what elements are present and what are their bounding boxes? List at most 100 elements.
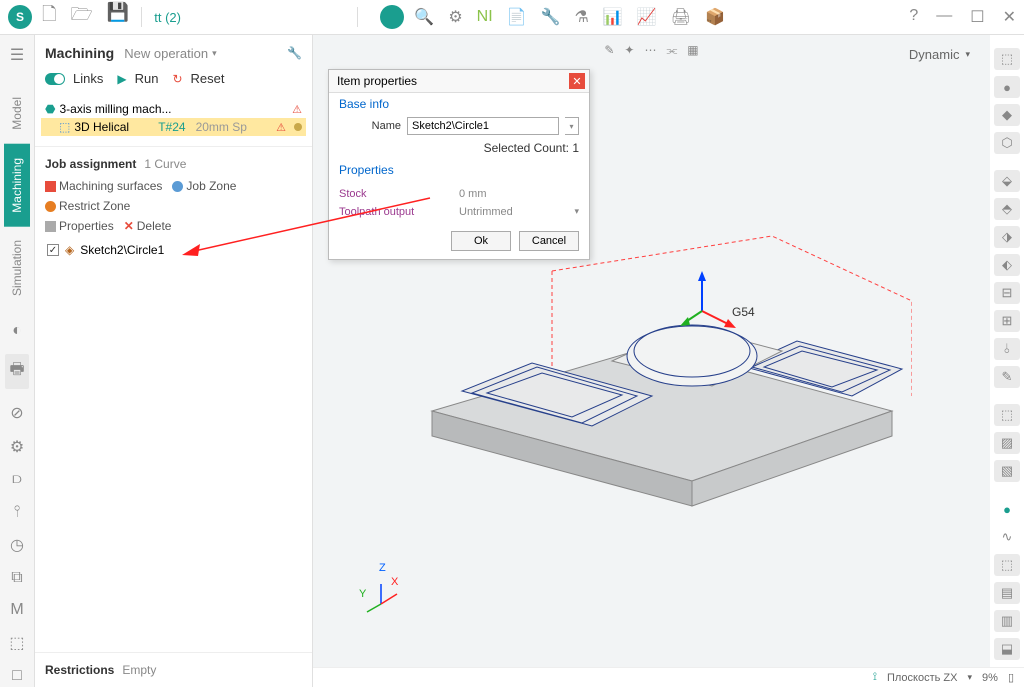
battery-icon: ▯	[1008, 671, 1014, 684]
toolbar-icon-2[interactable]: ⚙	[448, 7, 462, 27]
curve-checkbox[interactable]: ✓	[47, 244, 59, 256]
compass-tool-icon[interactable]: ⊘	[10, 403, 23, 423]
cancel-button[interactable]: Cancel	[519, 231, 579, 251]
toolbar-icon-5[interactable]: 🔧	[541, 7, 561, 27]
print-tool-icon[interactable]: 🖶	[5, 354, 28, 389]
pin-tool-icon[interactable]: ⫯	[14, 503, 21, 521]
clamp-tool-icon[interactable]: ⫐	[12, 471, 21, 489]
plane-indicator-icon[interactable]: ⟟	[873, 671, 877, 684]
prop-row-toolpath[interactable]: Toolpath output Untrimmed ▾	[339, 203, 579, 221]
document-title: tt (2)	[154, 10, 181, 25]
selected-count-label: Selected Count: 1	[329, 137, 589, 159]
rtool-12[interactable]: ✎	[994, 366, 1020, 388]
reset-icon[interactable]: ↻	[172, 72, 182, 86]
vp-tool-5[interactable]: ▦	[687, 43, 698, 58]
hamburger-icon[interactable]: ☰	[10, 45, 24, 65]
block-tool-icon[interactable]: ⬚	[9, 633, 24, 653]
machining-surfaces-button[interactable]: Machining surfaces	[45, 179, 162, 193]
rtool-2[interactable]: ●	[994, 76, 1020, 98]
item-properties-dialog: Item properties ✕ Base info Name ▾ Selec…	[328, 69, 590, 260]
links-label: Links	[73, 71, 103, 86]
toolbar-icon-9[interactable]: 🖨	[671, 7, 691, 27]
toolbar-icon-1[interactable]: 🔍	[414, 7, 434, 27]
rtool-dot[interactable]: ●	[994, 498, 1020, 520]
help-icon[interactable]: ?	[909, 7, 918, 27]
reset-label: Reset	[191, 71, 225, 86]
name-dropdown[interactable]: ▾	[565, 117, 579, 135]
run-icon[interactable]: ▶	[117, 72, 126, 86]
link-tool-icon[interactable]: ⧉	[11, 569, 22, 587]
plane-dropdown-icon[interactable]: ▾	[968, 672, 973, 683]
title-bar: S 🗋 🗁 💾 tt (2) 🔍 ⚙ NI 📄 🔧 ⚗ 📊 📈 🖨 📦 ? — …	[0, 0, 1024, 35]
toolbar-icon-3[interactable]: NI	[477, 8, 493, 26]
wrench-icon[interactable]: 🔧	[287, 46, 302, 60]
zoom-label: 9%	[982, 672, 998, 684]
axis-indicator: ZXY	[373, 584, 413, 627]
toolbar-icon-6[interactable]: ⚗	[575, 7, 589, 27]
maximize-icon[interactable]: ☐	[970, 7, 984, 27]
toolbar-icon-8[interactable]: 📈	[637, 7, 657, 27]
gear-tool-icon[interactable]: ⚙	[10, 437, 24, 457]
close-window-icon[interactable]: ✕	[1003, 7, 1016, 27]
new-file-icon[interactable]: 🗋	[42, 2, 56, 32]
rtool-13[interactable]: ⬚	[994, 404, 1020, 426]
rtool-18[interactable]: ▥	[994, 610, 1020, 632]
timer-tool-icon[interactable]: ◷	[10, 535, 24, 555]
plane-label: Плоскость ZX	[887, 672, 958, 684]
links-toggle[interactable]	[45, 73, 65, 85]
toolbar-icon-4[interactable]: 📄	[507, 7, 527, 27]
tree-op-3d-helical[interactable]: ⬚ 3D Helical T#24 20mm Sp ⚠	[41, 118, 306, 136]
operation-tree: ⬣ 3-axis milling mach... ⚠ ⬚ 3D Helical …	[35, 96, 312, 140]
viewport-toolbar: ✎ ✦ ⋯ ⫘ ▦	[604, 43, 698, 58]
coord-label: G54	[732, 305, 755, 319]
toolbar-icon-7[interactable]: 📊	[603, 7, 623, 27]
curve-item-sketch2-circle1[interactable]: ✓ ◈ Sketch2\Circle1	[45, 239, 302, 261]
tree-root[interactable]: ⬣ 3-axis milling mach... ⚠	[41, 100, 306, 118]
rtool-9[interactable]: ⊟	[994, 282, 1020, 304]
rtool-wave[interactable]: ∿	[994, 526, 1020, 548]
rtool-14[interactable]: ▨	[994, 432, 1020, 454]
view-mode-dropdown[interactable]: Dynamic▾	[909, 47, 970, 62]
curve-label: Sketch2\Circle1	[80, 243, 164, 257]
minimize-icon[interactable]: —	[936, 7, 952, 27]
properties-button[interactable]: Properties	[45, 219, 114, 233]
dialog-close-button[interactable]: ✕	[569, 73, 585, 89]
sphere-tool-icon[interactable]: ◐	[12, 322, 22, 340]
rtool-16[interactable]: ⬚	[994, 554, 1020, 576]
right-tool-column: ⬚ ● ◆ ⬡ ⬙ ⬘ ⬗ ⬖ ⊟ ⊞ ⫰ ✎ ⬚ ▨ ▧ ● ∿ ⬚ ▤ ▥ …	[990, 40, 1024, 667]
square-tool-icon[interactable]: □	[12, 667, 22, 685]
rtool-7[interactable]: ⬗	[994, 226, 1020, 248]
delete-button[interactable]: ✕Delete	[124, 219, 172, 233]
tab-machining[interactable]: Machining	[4, 144, 30, 227]
rtool-3[interactable]: ◆	[994, 104, 1020, 126]
brand-icon	[380, 5, 404, 29]
save-file-icon[interactable]: 💾	[107, 2, 129, 32]
rtool-6[interactable]: ⬘	[994, 198, 1020, 220]
name-input[interactable]	[407, 117, 559, 135]
restrict-zone-button[interactable]: Restrict Zone	[45, 199, 130, 213]
rtool-15[interactable]: ▧	[994, 460, 1020, 482]
rtool-4[interactable]: ⬡	[994, 132, 1020, 154]
new-operation-dropdown[interactable]: New operation▾	[124, 46, 216, 61]
rtool-10[interactable]: ⊞	[994, 310, 1020, 332]
rtool-19[interactable]: ⬓	[994, 638, 1020, 660]
tab-model[interactable]: Model	[4, 83, 30, 144]
vertical-tabstrip: ☰ Model Machining Simulation ◐ 🖶 ⊘ ⚙ ⫐ ⫯…	[0, 35, 35, 687]
vp-tool-2[interactable]: ✦	[624, 43, 634, 58]
rtool-1[interactable]: ⬚	[994, 48, 1020, 70]
rtool-11[interactable]: ⫰	[994, 338, 1020, 360]
vp-tool-3[interactable]: ⋯	[644, 43, 656, 58]
toolbar-icon-10[interactable]: 📦	[705, 7, 725, 27]
prop-row-stock[interactable]: Stock 0 mm	[339, 185, 579, 203]
rtool-8[interactable]: ⬖	[994, 254, 1020, 276]
job-zone-button[interactable]: Job Zone	[172, 179, 236, 193]
m-tool-icon[interactable]: M	[10, 601, 23, 619]
open-file-icon[interactable]: 🗁	[70, 2, 92, 32]
rtool-5[interactable]: ⬙	[994, 170, 1020, 192]
rtool-17[interactable]: ▤	[994, 582, 1020, 604]
vp-tool-1[interactable]: ✎	[604, 43, 614, 58]
restrictions-title: Restrictions	[45, 663, 114, 677]
vp-tool-4[interactable]: ⫘	[666, 43, 677, 58]
ok-button[interactable]: Ok	[451, 231, 511, 251]
tab-simulation[interactable]: Simulation	[4, 226, 30, 310]
